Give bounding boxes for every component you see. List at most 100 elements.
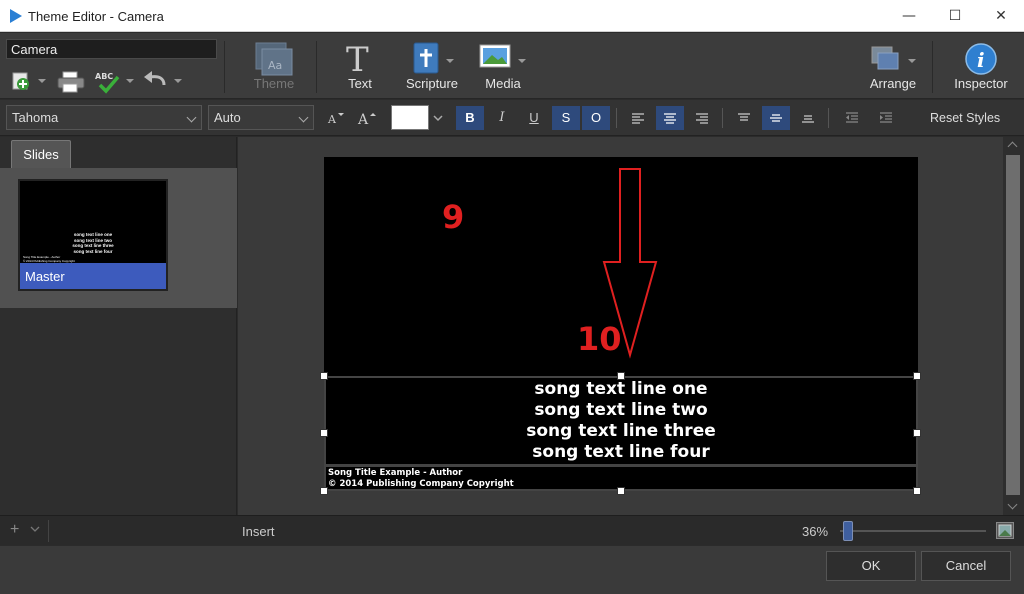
media-button[interactable]: Media — [474, 37, 532, 95]
arrange-label: Arrange — [869, 76, 917, 91]
chevron-down-icon — [38, 79, 46, 83]
annotation-number-9: 9 — [442, 198, 465, 236]
lyric-line: song text line two — [534, 400, 708, 420]
font-family-value: Tahoma — [12, 110, 59, 125]
undo-icon — [144, 71, 166, 86]
decrease-indent-button[interactable] — [838, 106, 866, 130]
fit-screen-icon — [998, 524, 1012, 537]
new-button[interactable] — [10, 71, 48, 91]
chevron-down-icon — [186, 112, 197, 123]
svg-text:T: T — [346, 41, 369, 77]
inspector-button[interactable]: i Inspector — [948, 37, 1014, 95]
theme-name-field[interactable]: Camera — [6, 39, 217, 59]
text-color-swatch[interactable] — [391, 105, 429, 130]
align-center-button[interactable] — [656, 106, 684, 130]
resize-handle-top[interactable] — [617, 372, 625, 380]
resize-handle-bottom-left[interactable] — [320, 487, 328, 495]
song-title-author: Song Title Example - Author — [328, 468, 463, 478]
arrange-button[interactable]: Arrange — [862, 37, 924, 95]
vertical-scrollbar[interactable] — [1003, 137, 1024, 515]
resize-handle-bottom[interactable] — [617, 487, 625, 495]
valign-top-icon — [738, 113, 750, 121]
lyric-line: song text line three — [526, 421, 716, 441]
increase-font-size-button[interactable]: A — [354, 106, 382, 130]
underline-button[interactable]: U — [520, 106, 548, 130]
svg-text:A: A — [327, 113, 337, 126]
spellcheck-icon: ABC — [95, 72, 120, 94]
printer-icon — [57, 71, 85, 93]
slide-thumbnail-label: Master — [20, 263, 166, 289]
align-left-button[interactable] — [624, 106, 652, 130]
ok-button[interactable]: OK — [826, 551, 916, 581]
slide-thumbnail-master[interactable]: song text line one song text line two so… — [18, 179, 168, 291]
cancel-button[interactable]: Cancel — [921, 551, 1011, 581]
spellcheck-button[interactable]: ABC — [94, 71, 134, 94]
italic-button[interactable]: I — [488, 106, 516, 130]
valign-middle-icon — [770, 114, 782, 122]
font-size-select[interactable]: Auto — [208, 105, 314, 130]
resize-handle-left[interactable] — [320, 429, 328, 437]
bold-button[interactable]: B — [456, 106, 484, 130]
inspector-label: Inspector — [954, 76, 1008, 91]
new-document-icon — [12, 72, 29, 90]
font-increase-icon: A — [357, 112, 376, 128]
tab-slides[interactable]: Slides — [11, 140, 71, 168]
undo-button[interactable] — [142, 71, 182, 91]
add-slide-button[interactable]: + — [10, 521, 40, 539]
title-bar: Theme Editor - Camera — ☐ ✕ — [0, 0, 1024, 32]
window-title: Theme Editor - Camera — [28, 9, 164, 24]
print-button[interactable] — [56, 71, 86, 93]
resize-handle-top-right[interactable] — [913, 372, 921, 380]
scripture-button[interactable]: Scripture — [400, 37, 464, 95]
copyright-line: © 2014 Publishing Company Copyright — [328, 479, 514, 489]
reset-styles-button[interactable]: Reset Styles — [930, 111, 1000, 125]
outline-button[interactable]: O — [582, 106, 610, 130]
font-family-select[interactable]: Tahoma — [6, 105, 202, 130]
minimize-button[interactable]: — — [886, 0, 932, 32]
chevron-down-icon — [518, 59, 526, 63]
app-logo-icon — [10, 9, 22, 23]
zoom-value: 36% — [802, 524, 829, 539]
close-button[interactable]: ✕ — [978, 0, 1024, 32]
valign-bottom-icon — [802, 115, 814, 123]
resize-handle-right[interactable] — [913, 429, 921, 437]
zoom-slider-track[interactable] — [840, 530, 986, 532]
valign-bottom-button[interactable] — [794, 106, 822, 130]
svg-text:ABC: ABC — [95, 72, 113, 81]
align-center-icon — [664, 113, 676, 124]
align-right-icon — [696, 113, 708, 124]
chevron-down-icon — [174, 79, 182, 83]
toolbar-separator — [828, 108, 829, 128]
ribbon-separator — [316, 41, 317, 93]
text-color-dropdown[interactable] — [430, 106, 446, 130]
zoom-slider-handle[interactable] — [843, 521, 853, 541]
text-label: Text — [348, 76, 372, 91]
fit-to-window-button[interactable] — [996, 522, 1014, 539]
text-button[interactable]: T Text — [330, 37, 390, 95]
resize-handle-top-left[interactable] — [320, 372, 328, 380]
bottom-bar: + Insert 36% — [0, 515, 1024, 545]
toolbar-separator — [722, 108, 723, 128]
media-label: Media — [485, 76, 521, 91]
align-right-button[interactable] — [688, 106, 716, 130]
resize-handle-bottom-right[interactable] — [913, 487, 921, 495]
decrease-font-size-button[interactable]: A — [322, 106, 350, 130]
copyright-text: Song Title Example - Author © 2014 Publi… — [328, 468, 514, 490]
shadow-button[interactable]: S — [552, 106, 580, 130]
theme-button[interactable]: Aa Theme — [236, 37, 312, 95]
valign-top-button[interactable] — [730, 106, 758, 130]
thumb-text-line: song text line four — [73, 248, 113, 254]
scroll-up-icon[interactable] — [1007, 141, 1018, 152]
ribbon-separator — [224, 41, 225, 93]
indent-icon — [880, 112, 892, 123]
scrollbar-thumb[interactable] — [1006, 155, 1020, 495]
lyric-line: song text line four — [532, 442, 710, 462]
valign-middle-button[interactable] — [762, 106, 790, 130]
chevron-down-icon — [433, 115, 443, 122]
maximize-button[interactable]: ☐ — [932, 0, 978, 32]
plus-icon: + — [10, 521, 20, 538]
scroll-down-icon[interactable] — [1007, 499, 1018, 510]
increase-indent-button[interactable] — [872, 106, 900, 130]
dialog-footer: OK Cancel — [0, 546, 1024, 594]
slides-panel: Slides song text line one song text line… — [0, 137, 237, 515]
